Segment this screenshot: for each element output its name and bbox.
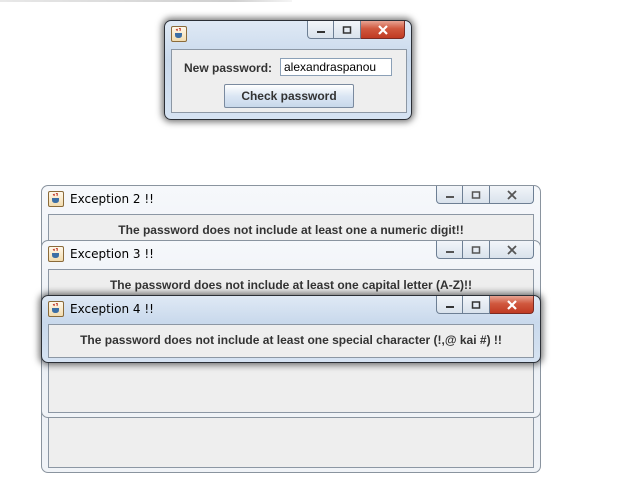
minimize-icon xyxy=(445,305,454,308)
close-icon xyxy=(506,244,517,255)
close-button[interactable] xyxy=(490,241,534,259)
java-coffee-cup-icon[interactable] xyxy=(48,191,64,207)
maximize-icon xyxy=(471,300,481,309)
minimize-button[interactable] xyxy=(436,241,463,259)
java-coffee-cup-icon[interactable] xyxy=(48,246,64,262)
minimize-button[interactable] xyxy=(436,296,463,314)
maximize-button[interactable] xyxy=(463,186,490,204)
title-bar[interactable]: Exception 3 !! xyxy=(42,241,540,267)
dialog-title: Exception 2 !! xyxy=(70,192,154,206)
password-input[interactable] xyxy=(280,58,392,76)
java-coffee-cup-icon[interactable] xyxy=(48,301,64,317)
dialog-title: Exception 3 !! xyxy=(70,247,154,261)
close-button[interactable] xyxy=(490,296,534,314)
title-bar[interactable] xyxy=(165,21,411,47)
minimize-button[interactable] xyxy=(307,21,334,39)
maximize-button[interactable] xyxy=(463,241,490,259)
close-icon xyxy=(506,189,517,200)
close-button[interactable] xyxy=(361,21,405,39)
new-password-label: New password: xyxy=(184,61,273,75)
maximize-icon xyxy=(471,190,481,199)
password-panel: New password: Check password xyxy=(171,49,407,113)
minimize-icon xyxy=(316,30,325,33)
dialog-title: Exception 4 !! xyxy=(70,302,154,316)
dialog-content: The password does not include at least o… xyxy=(48,324,534,358)
exception-message: The password does not include at least o… xyxy=(80,333,502,347)
java-coffee-cup-icon[interactable] xyxy=(171,26,187,42)
minimize-button[interactable] xyxy=(436,186,463,204)
exception-message: The password does not include at least o… xyxy=(118,223,464,237)
exception-4-dialog: Exception 4 !! The password does not inc… xyxy=(41,295,541,363)
title-bar[interactable]: Exception 4 !! xyxy=(42,296,540,322)
maximize-icon xyxy=(342,25,352,34)
maximize-button[interactable] xyxy=(463,296,490,314)
password-window: New password: Check password xyxy=(164,20,412,120)
close-icon xyxy=(377,24,388,35)
minimize-icon xyxy=(445,195,454,198)
background-window-edge xyxy=(0,0,292,2)
close-button[interactable] xyxy=(490,186,534,204)
title-bar[interactable]: Exception 2 !! xyxy=(42,186,540,212)
minimize-icon xyxy=(445,250,454,253)
check-password-button[interactable]: Check password xyxy=(224,84,354,108)
maximize-icon xyxy=(471,245,481,254)
maximize-button[interactable] xyxy=(334,21,361,39)
exception-message: The password does not include at least o… xyxy=(109,278,473,292)
close-icon xyxy=(506,299,517,310)
